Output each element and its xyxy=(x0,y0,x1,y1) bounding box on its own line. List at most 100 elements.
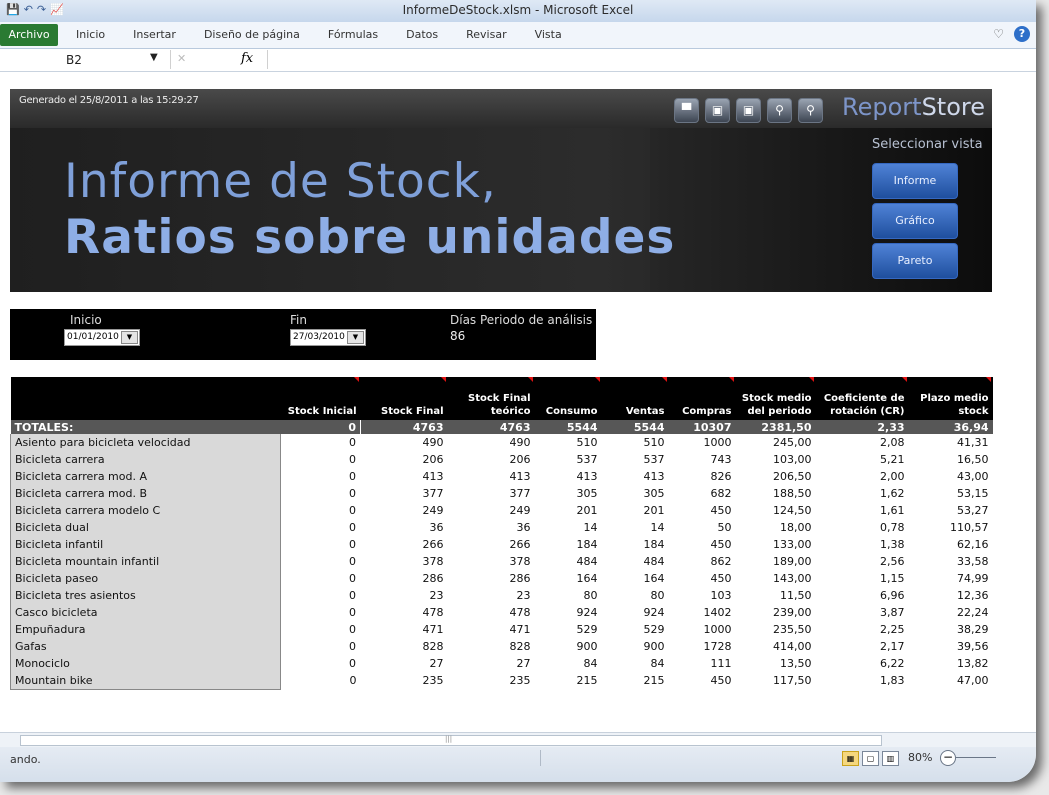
totals-cell[interactable]: 2381,50 xyxy=(735,420,816,434)
product-name-cell[interactable]: Mountain bike xyxy=(10,672,281,690)
table-cell[interactable]: 450 xyxy=(669,502,736,519)
totals-cell[interactable]: 4763 xyxy=(447,420,535,434)
table-cell[interactable]: 189,00 xyxy=(736,553,816,570)
table-cell[interactable]: 103,00 xyxy=(736,451,816,468)
table-cell[interactable]: 266 xyxy=(448,536,535,553)
tab-revisar[interactable]: Revisar xyxy=(466,28,506,41)
table-cell[interactable]: 117,50 xyxy=(736,672,816,690)
table-cell[interactable]: 13,82 xyxy=(909,655,993,672)
totals-cell[interactable]: 2,33 xyxy=(815,420,909,434)
table-cell[interactable]: 450 xyxy=(669,672,736,690)
table-cell[interactable]: 143,00 xyxy=(736,570,816,587)
table-cell[interactable]: 0 xyxy=(281,604,361,621)
table-cell[interactable]: 0 xyxy=(281,451,361,468)
table-cell[interactable]: 11,50 xyxy=(736,587,816,604)
comment-marker-icon[interactable] xyxy=(985,377,991,382)
product-name-cell[interactable]: Gafas xyxy=(10,638,281,655)
table-cell[interactable]: 0 xyxy=(281,655,361,672)
table-cell[interactable]: 27 xyxy=(361,655,448,672)
product-name-cell[interactable]: Bicicleta carrera modelo C xyxy=(10,502,281,519)
table-cell[interactable]: 529 xyxy=(535,621,602,638)
table-cell[interactable]: 900 xyxy=(602,638,669,655)
print-icon[interactable]: ▀ xyxy=(674,98,699,123)
table-cell[interactable]: 1,38 xyxy=(816,536,909,553)
product-name-cell[interactable]: Bicicleta infantil xyxy=(10,536,281,553)
totals-cell[interactable]: 5544 xyxy=(601,420,669,434)
table-cell[interactable]: 201 xyxy=(535,502,602,519)
table-cell[interactable]: 826 xyxy=(669,468,736,485)
table-cell[interactable]: 305 xyxy=(535,485,602,502)
table-cell[interactable]: 133,00 xyxy=(736,536,816,553)
table-cell[interactable]: 27 xyxy=(448,655,535,672)
table-cell[interactable]: 0 xyxy=(281,502,361,519)
informe-button[interactable]: Informe xyxy=(872,163,958,199)
table-cell[interactable]: 239,00 xyxy=(736,604,816,621)
table-cell[interactable]: 1,15 xyxy=(816,570,909,587)
table-cell[interactable]: 184 xyxy=(535,536,602,553)
product-name-cell[interactable]: Casco bicicleta xyxy=(10,604,281,621)
table-cell[interactable]: 33,58 xyxy=(909,553,993,570)
table-cell[interactable]: 0 xyxy=(281,570,361,587)
product-name-cell[interactable]: Bicicleta carrera mod. A xyxy=(10,468,281,485)
table-cell[interactable]: 2,00 xyxy=(816,468,909,485)
table-cell[interactable]: 6,96 xyxy=(816,587,909,604)
comment-marker-icon[interactable] xyxy=(808,377,814,382)
table-cell[interactable]: 1,83 xyxy=(816,672,909,690)
table-cell[interactable]: 0 xyxy=(281,468,361,485)
product-name-cell[interactable]: Empuñadura xyxy=(10,621,281,638)
table-cell[interactable]: 111 xyxy=(669,655,736,672)
normal-view-icon[interactable]: ▦ xyxy=(842,751,859,766)
table-cell[interactable]: 184 xyxy=(602,536,669,553)
table-cell[interactable]: 124,50 xyxy=(736,502,816,519)
table-cell[interactable]: 164 xyxy=(602,570,669,587)
tab-diseno-pagina[interactable]: Diseño de página xyxy=(204,28,300,41)
table-cell[interactable]: 13,50 xyxy=(736,655,816,672)
zoom-in-icon[interactable]: ⚲ xyxy=(767,98,792,123)
table-cell[interactable]: 110,57 xyxy=(909,519,993,536)
table-cell[interactable]: 1402 xyxy=(669,604,736,621)
table-cell[interactable]: 682 xyxy=(669,485,736,502)
totals-cell[interactable]: 4763 xyxy=(360,420,448,434)
table-cell[interactable]: 537 xyxy=(602,451,669,468)
comment-marker-icon[interactable] xyxy=(901,377,907,382)
table-cell[interactable]: 14 xyxy=(602,519,669,536)
table-cell[interactable]: 2,17 xyxy=(816,638,909,655)
table-cell[interactable]: 14 xyxy=(535,519,602,536)
zoom-out-icon[interactable]: − xyxy=(940,750,956,766)
table-cell[interactable]: 50 xyxy=(669,519,736,536)
table-cell[interactable]: 0 xyxy=(281,434,361,451)
chevron-down-icon[interactable]: ▼ xyxy=(347,331,364,344)
table-cell[interactable]: 529 xyxy=(602,621,669,638)
chevron-down-icon[interactable]: ▼ xyxy=(121,331,138,344)
table-cell[interactable]: 286 xyxy=(361,570,448,587)
table-cell[interactable]: 1000 xyxy=(669,621,736,638)
product-name-cell[interactable]: Asiento para bicicleta velocidad xyxy=(10,434,281,451)
table-cell[interactable]: 510 xyxy=(602,434,669,451)
horizontal-scrollbar[interactable]: ||| xyxy=(0,732,1036,747)
tab-insertar[interactable]: Insertar xyxy=(133,28,176,41)
table-cell[interactable]: 53,15 xyxy=(909,485,993,502)
table-cell[interactable]: 413 xyxy=(361,468,448,485)
table-cell[interactable]: 1728 xyxy=(669,638,736,655)
name-box[interactable]: B2 ▼ xyxy=(0,50,168,69)
table-cell[interactable]: 471 xyxy=(361,621,448,638)
table-cell[interactable]: 413 xyxy=(602,468,669,485)
table-cell[interactable]: 3,87 xyxy=(816,604,909,621)
tab-inicio[interactable]: Inicio xyxy=(76,28,105,41)
table-cell[interactable]: 862 xyxy=(669,553,736,570)
table-cell[interactable]: 743 xyxy=(669,451,736,468)
product-name-cell[interactable]: Bicicleta carrera xyxy=(10,451,281,468)
table-cell[interactable]: 36 xyxy=(448,519,535,536)
table-cell[interactable]: 413 xyxy=(448,468,535,485)
tab-vista[interactable]: Vista xyxy=(535,28,562,41)
table-cell[interactable]: 53,27 xyxy=(909,502,993,519)
scroll-grip-icon[interactable]: ||| xyxy=(445,735,452,743)
table-cell[interactable]: 0 xyxy=(281,519,361,536)
table-cell[interactable]: 0 xyxy=(281,638,361,655)
table-cell[interactable]: 0 xyxy=(281,485,361,502)
comment-marker-icon[interactable] xyxy=(353,377,359,382)
table-cell[interactable]: 510 xyxy=(535,434,602,451)
table-cell[interactable]: 377 xyxy=(448,485,535,502)
table-cell[interactable]: 215 xyxy=(535,672,602,690)
table-cell[interactable]: 377 xyxy=(361,485,448,502)
